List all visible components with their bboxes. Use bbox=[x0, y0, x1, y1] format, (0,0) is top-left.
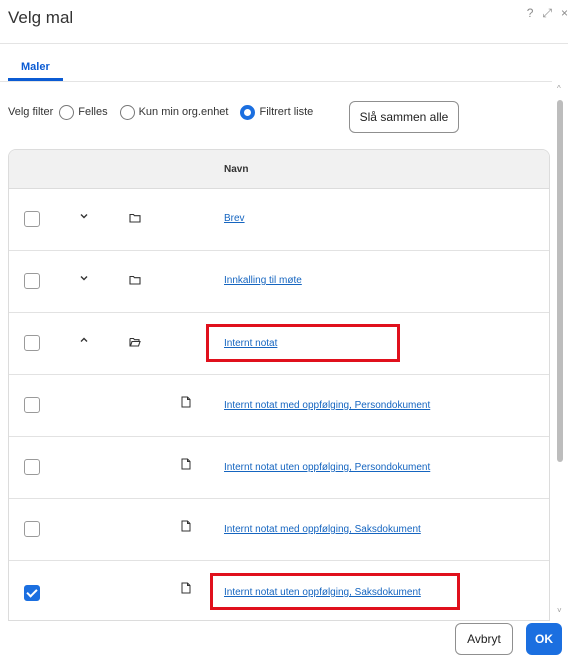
template-link-brev[interactable]: Brev bbox=[224, 213, 245, 224]
table-row: Innkalling til møte bbox=[9, 251, 549, 313]
row-checkbox[interactable] bbox=[24, 335, 40, 351]
radio-felles-label: Felles bbox=[78, 106, 108, 118]
row-checkbox[interactable] bbox=[24, 459, 40, 475]
template-link-document[interactable]: Internt notat uten oppfølging, Persondok… bbox=[224, 462, 430, 473]
table-row: Brev bbox=[9, 189, 549, 251]
template-link-innkalling[interactable]: Innkalling til møte bbox=[224, 275, 302, 286]
radio-kun-min-org-enhet[interactable] bbox=[119, 104, 135, 120]
row-checkbox-checked[interactable] bbox=[24, 585, 40, 601]
tab-maler[interactable]: Maler bbox=[21, 61, 50, 73]
chevron-down-icon[interactable] bbox=[79, 273, 89, 283]
template-link-document[interactable]: Internt notat med oppfølging, Saksdokume… bbox=[224, 524, 421, 535]
highlight-box bbox=[210, 573, 460, 610]
table-row: Internt notat uten oppfølging, Saksdokum… bbox=[9, 561, 549, 620]
row-checkbox[interactable] bbox=[24, 521, 40, 537]
table-row: Internt notat med oppfølging, Saksdokume… bbox=[9, 499, 549, 561]
row-checkbox[interactable] bbox=[24, 397, 40, 413]
header-divider bbox=[0, 43, 568, 44]
template-table: Navn Brev Innkalling til møte Internt no… bbox=[8, 149, 550, 621]
table-header: Navn bbox=[9, 150, 549, 189]
folder-icon bbox=[129, 213, 141, 223]
window-controls: ? ⤢ × bbox=[527, 6, 568, 21]
row-checkbox[interactable] bbox=[24, 273, 40, 289]
close-icon[interactable]: × bbox=[561, 6, 568, 21]
folder-open-icon bbox=[129, 337, 141, 347]
folder-icon bbox=[129, 275, 141, 285]
cancel-button[interactable]: Avbryt bbox=[455, 623, 513, 655]
ok-button[interactable]: OK bbox=[526, 623, 562, 655]
scroll-down-arrow-icon[interactable]: ˅ bbox=[557, 606, 562, 615]
table-row: Internt notat med oppfølging, Persondoku… bbox=[9, 375, 549, 437]
template-link-document[interactable]: Internt notat med oppfølging, Persondoku… bbox=[224, 400, 430, 411]
scroll-up-arrow-icon[interactable]: ^ bbox=[557, 84, 561, 93]
filter-row: Velg filter Felles Kun min org.enhet Fil… bbox=[8, 100, 325, 124]
dialog-title: Velg mal bbox=[8, 8, 74, 27]
document-icon bbox=[181, 458, 191, 470]
help-icon[interactable]: ? bbox=[527, 6, 534, 21]
document-icon bbox=[181, 582, 191, 594]
table-row: Internt notat bbox=[9, 313, 549, 375]
merge-all-button[interactable]: Slå sammen alle bbox=[349, 101, 459, 133]
highlight-box bbox=[206, 324, 400, 362]
filter-label: Velg filter bbox=[8, 106, 54, 118]
chevron-up-icon[interactable] bbox=[79, 335, 89, 345]
scrollbar-thumb[interactable] bbox=[557, 100, 563, 462]
row-checkbox[interactable] bbox=[24, 211, 40, 227]
chevron-down-icon[interactable] bbox=[79, 211, 89, 221]
radio-kun-min-org-enhet-label: Kun min org.enhet bbox=[138, 106, 229, 118]
radio-filtrert-liste[interactable] bbox=[240, 104, 256, 120]
expand-icon[interactable]: ⤢ bbox=[542, 6, 552, 21]
document-icon bbox=[181, 396, 191, 408]
column-header-name: Navn bbox=[224, 164, 249, 175]
radio-felles[interactable] bbox=[59, 104, 75, 120]
table-row: Internt notat uten oppfølging, Persondok… bbox=[9, 437, 549, 499]
radio-filtrert-liste-label: Filtrert liste bbox=[259, 106, 314, 118]
document-icon bbox=[181, 520, 191, 532]
tab-divider bbox=[0, 81, 552, 82]
